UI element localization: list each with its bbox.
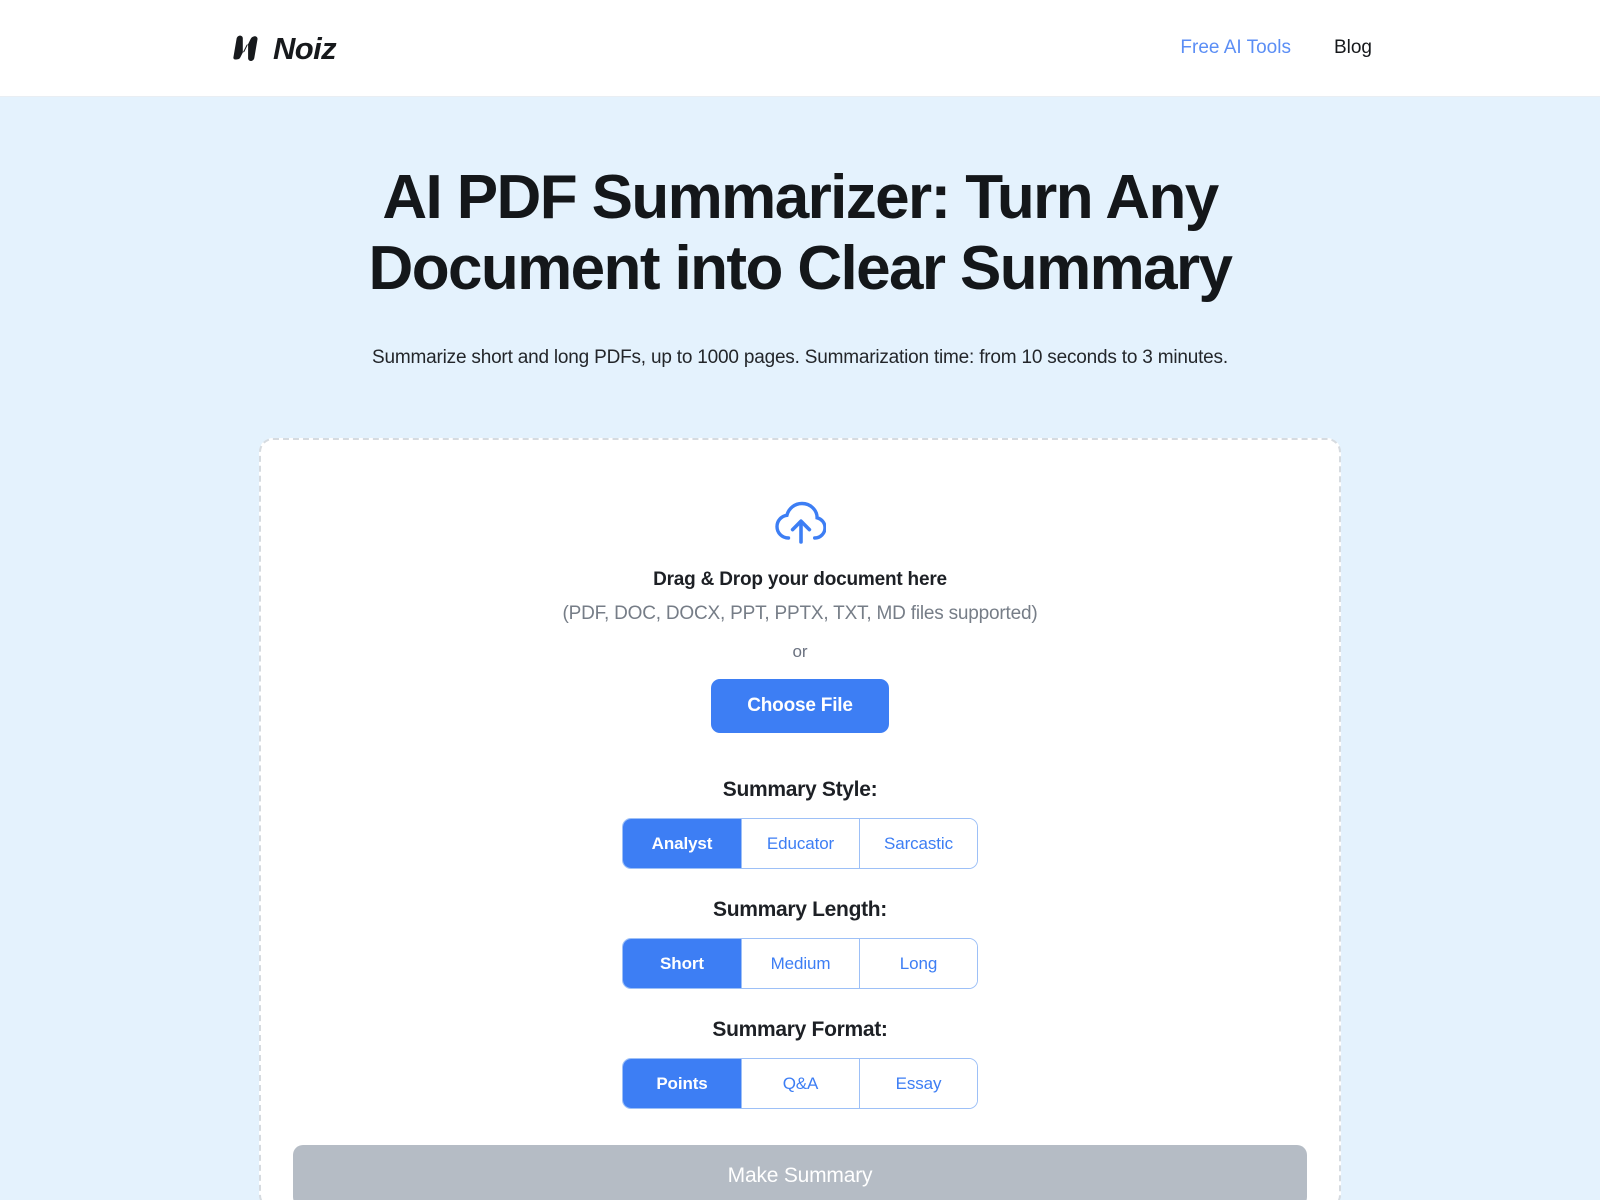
upload-dropzone-card[interactable]: Drag & Drop your document here (PDF, DOC… <box>259 438 1341 1200</box>
segment-length-short[interactable]: Short <box>623 939 741 989</box>
hero-section: AI PDF Summarizer: Turn Any Document int… <box>0 97 1600 369</box>
segment-length-long[interactable]: Long <box>859 939 977 989</box>
option-label-length: Summary Length: <box>712 898 888 922</box>
dropzone-title: Drag & Drop your document here <box>653 569 947 591</box>
option-label-format: Summary Format: <box>712 1018 888 1042</box>
make-summary-button[interactable]: Make Summary <box>293 1145 1307 1200</box>
segment-style-sarcastic[interactable]: Sarcastic <box>859 819 977 869</box>
dropzone[interactable]: Drag & Drop your document here (PDF, DOC… <box>261 498 1339 734</box>
option-group-style: Summary Style: Analyst Educator Sarcasti… <box>261 778 1339 870</box>
option-label-style: Summary Style: <box>722 778 878 802</box>
option-group-format: Summary Format: Points Q&A Essay <box>261 1018 1339 1110</box>
segment-format-points[interactable]: Points <box>623 1059 741 1109</box>
page-subtitle: Summarize short and long PDFs, up to 100… <box>372 347 1228 369</box>
summary-options: Summary Style: Analyst Educator Sarcasti… <box>261 778 1339 1110</box>
segment-format-essay[interactable]: Essay <box>859 1059 977 1109</box>
nav-item-free-ai-tools[interactable]: Free AI Tools <box>1180 37 1291 59</box>
cloud-upload-icon <box>774 498 827 546</box>
nav-item-blog[interactable]: Blog <box>1334 37 1372 59</box>
dropzone-supported-formats: (PDF, DOC, DOCX, PPT, PPTX, TXT, MD file… <box>562 603 1038 625</box>
segmented-control-format: Points Q&A Essay <box>622 1058 978 1110</box>
option-group-length: Summary Length: Short Medium Long <box>261 898 1339 990</box>
brand-name: Noiz <box>273 30 337 66</box>
site-header: Noiz Free AI Tools Blog <box>0 0 1600 97</box>
submit-row: Make Summary <box>261 1145 1339 1200</box>
segment-style-educator[interactable]: Educator <box>741 819 859 869</box>
segmented-control-length: Short Medium Long <box>622 938 978 990</box>
main-nav: Free AI Tools Blog <box>1180 37 1372 59</box>
page-title: AI PDF Summarizer: Turn Any Document int… <box>368 163 1233 303</box>
segmented-control-style: Analyst Educator Sarcastic <box>622 818 978 870</box>
noiz-logo-icon <box>228 31 264 65</box>
brand-logo[interactable]: Noiz <box>228 30 337 66</box>
choose-file-button[interactable]: Choose File <box>711 679 889 734</box>
segment-length-medium[interactable]: Medium <box>741 939 859 989</box>
dropzone-or-divider: or <box>792 642 808 662</box>
segment-format-qa[interactable]: Q&A <box>741 1059 859 1109</box>
segment-style-analyst[interactable]: Analyst <box>623 819 741 869</box>
